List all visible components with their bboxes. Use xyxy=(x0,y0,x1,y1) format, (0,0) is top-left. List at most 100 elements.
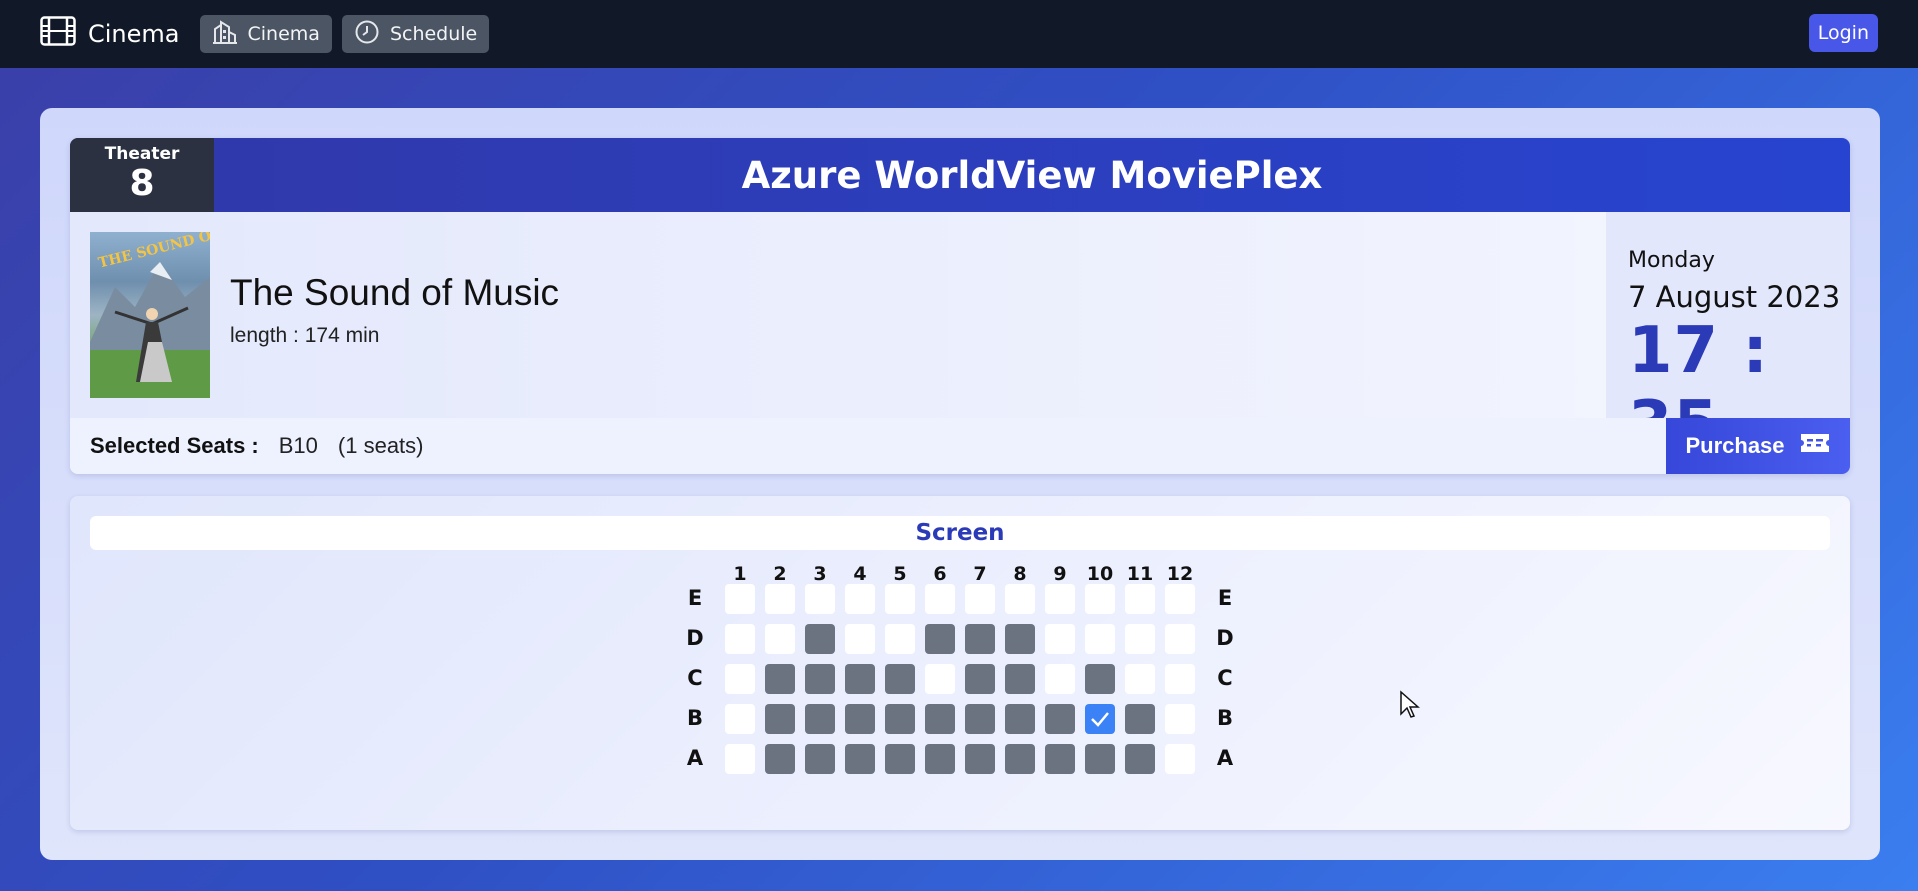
seat-C2 xyxy=(765,664,795,694)
seat-C3 xyxy=(805,664,835,694)
seat-B12[interactable] xyxy=(1165,704,1195,734)
seat-C9[interactable] xyxy=(1045,664,1075,694)
purchase-label: Purchase xyxy=(1685,433,1785,458)
purchase-button[interactable]: Purchase xyxy=(1666,418,1850,474)
selected-seats-value: B10 xyxy=(278,433,318,458)
seat-E9[interactable] xyxy=(1045,584,1075,614)
seat-E2[interactable] xyxy=(765,584,795,614)
seat-D1[interactable] xyxy=(725,624,755,654)
row-label-left: E xyxy=(687,586,703,610)
column-number: 5 xyxy=(893,563,907,585)
seat-C11[interactable] xyxy=(1125,664,1155,694)
column-number: 7 xyxy=(973,563,987,585)
seat-C12[interactable] xyxy=(1165,664,1195,694)
seat-B8 xyxy=(1005,704,1035,734)
theater-name: Azure WorldView MoviePlex xyxy=(741,153,1323,197)
check-icon xyxy=(1091,712,1109,727)
seat-E10[interactable] xyxy=(1085,584,1115,614)
seat-C1[interactable] xyxy=(725,664,755,694)
seat-D4[interactable] xyxy=(845,624,875,654)
theater-label: Theater xyxy=(104,144,180,164)
seat-B10[interactable] xyxy=(1085,704,1115,734)
seat-B6 xyxy=(925,704,955,734)
seat-D5[interactable] xyxy=(885,624,915,654)
theater-number: 8 xyxy=(129,163,155,204)
showtime-box: Monday 7 August 2023 17 : 35 xyxy=(1606,212,1850,462)
seat-D2[interactable] xyxy=(765,624,795,654)
seat-E11[interactable] xyxy=(1125,584,1155,614)
seat-map-card: Screen 1 2 3 4 5 6 7 8 9 10 11 12 E E D D C C B B A A xyxy=(70,496,1850,830)
seat-C10 xyxy=(1085,664,1115,694)
seat-C6[interactable] xyxy=(925,664,955,694)
column-number: 11 xyxy=(1126,563,1154,585)
clock-icon xyxy=(354,19,380,50)
seat-A8 xyxy=(1005,744,1035,774)
screen-label: Screen xyxy=(90,516,1830,550)
seat-D9[interactable] xyxy=(1045,624,1075,654)
movie-length: length : 174 min xyxy=(230,324,380,347)
seat-D12[interactable] xyxy=(1165,624,1195,654)
seat-C8 xyxy=(1005,664,1035,694)
navbar: Cinema Cinema Schedule Login xyxy=(0,0,1918,68)
column-number: 4 xyxy=(853,563,867,585)
seat-D3 xyxy=(805,624,835,654)
theater-badge: Theater 8 xyxy=(70,138,214,212)
movie-poster: THE SOUND OF MUSIC xyxy=(90,232,210,398)
selected-seats-count: (1 seats) xyxy=(337,433,424,458)
row-label-left: A xyxy=(686,746,704,770)
column-number: 10 xyxy=(1086,563,1114,585)
seat-D6 xyxy=(925,624,955,654)
nav-cinema-label: Cinema xyxy=(247,23,320,45)
seat-B4 xyxy=(845,704,875,734)
column-number: 3 xyxy=(813,563,827,585)
seat-B2 xyxy=(765,704,795,734)
seat-E3[interactable] xyxy=(805,584,835,614)
film-icon xyxy=(40,16,76,52)
seat-E12[interactable] xyxy=(1165,584,1195,614)
seat-A2 xyxy=(765,744,795,774)
login-button[interactable]: Login xyxy=(1808,14,1878,52)
column-number: 8 xyxy=(1013,563,1027,585)
seat-D11[interactable] xyxy=(1125,624,1155,654)
seat-E8[interactable] xyxy=(1005,584,1035,614)
row-label-left: B xyxy=(686,706,703,730)
seat-A3 xyxy=(805,744,835,774)
building-icon xyxy=(212,19,238,50)
row-label-right: C xyxy=(1217,666,1233,690)
seat-A4 xyxy=(845,744,875,774)
movie-title: The Sound of Music xyxy=(230,272,560,313)
brand[interactable]: Cinema xyxy=(40,16,180,52)
seat-B7 xyxy=(965,704,995,734)
seat-A1[interactable] xyxy=(725,744,755,774)
column-number: 2 xyxy=(773,563,787,585)
seat-E7[interactable] xyxy=(965,584,995,614)
theater-header: Theater 8 Azure WorldView MoviePlex xyxy=(70,138,1850,212)
nav-cinema-button[interactable]: Cinema xyxy=(199,15,332,53)
column-number: 1 xyxy=(733,563,747,585)
selected-seats-label: Selected Seats : xyxy=(90,433,259,458)
seat-E5[interactable] xyxy=(885,584,915,614)
seat-B3 xyxy=(805,704,835,734)
seat-A5 xyxy=(885,744,915,774)
nav-schedule-button[interactable]: Schedule xyxy=(341,15,490,53)
row-label-right: A xyxy=(1216,746,1234,770)
selected-seats-bar: Selected Seats : B10 (1 seats) Purchase xyxy=(70,418,1850,474)
seat-B1[interactable] xyxy=(725,704,755,734)
seat-B9 xyxy=(1045,704,1075,734)
seat-A9 xyxy=(1045,744,1075,774)
seat-C5 xyxy=(885,664,915,694)
movie-row: THE SOUND OF MUSIC The Sound of Music le… xyxy=(70,212,1850,462)
seat-B5 xyxy=(885,704,915,734)
seat-A12[interactable] xyxy=(1165,744,1195,774)
seat-A10 xyxy=(1085,744,1115,774)
seat-E1[interactable] xyxy=(725,584,755,614)
seat-D10[interactable] xyxy=(1085,624,1115,654)
seat-E6[interactable] xyxy=(925,584,955,614)
seat-D8 xyxy=(1005,624,1035,654)
mouse-cursor-icon xyxy=(1400,690,1420,718)
seat-E4[interactable] xyxy=(845,584,875,614)
show-day: Monday xyxy=(1628,248,1715,273)
row-label-left: C xyxy=(687,666,703,690)
row-label-right: D xyxy=(1216,626,1234,650)
row-label-right: E xyxy=(1217,586,1233,610)
